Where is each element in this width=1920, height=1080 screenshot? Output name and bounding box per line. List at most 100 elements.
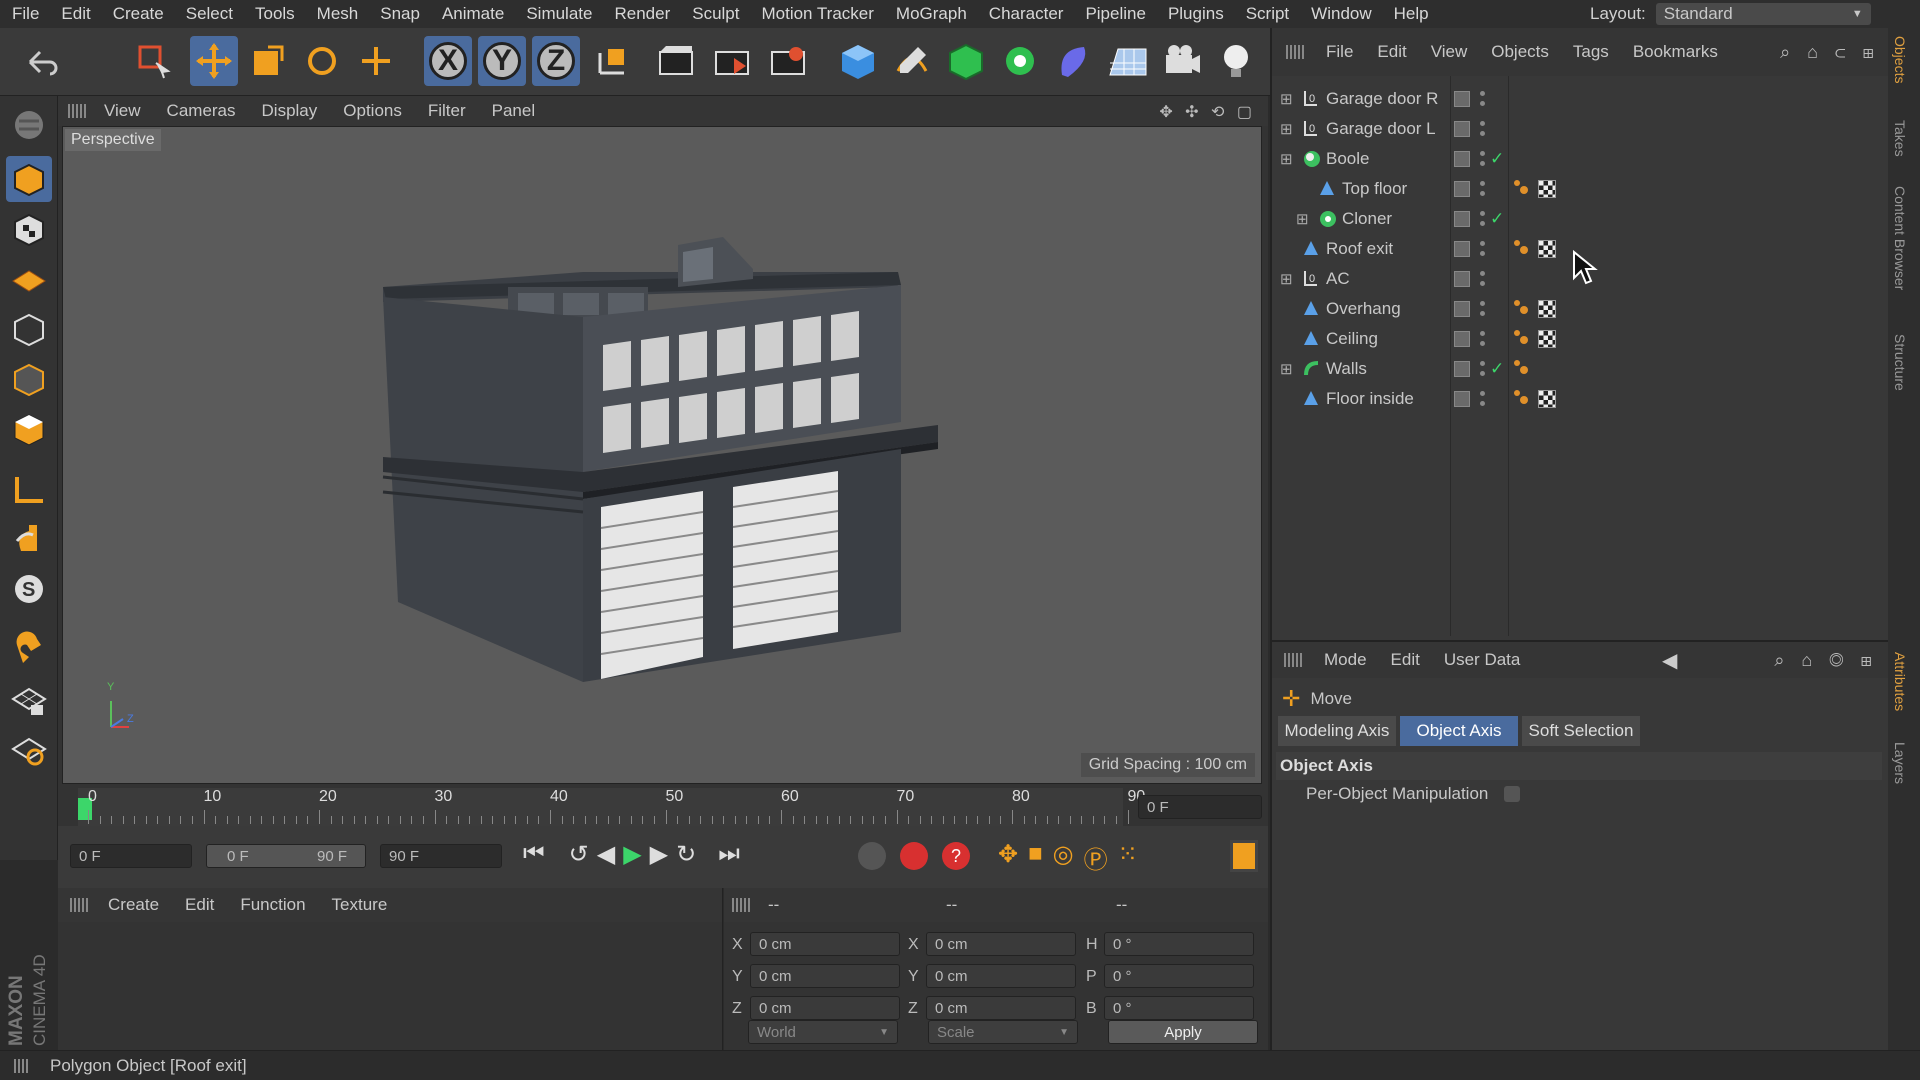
render-visibility-dot[interactable] (1480, 221, 1485, 226)
editor-visibility-dot[interactable] (1480, 211, 1485, 216)
per-object-manipulation-checkbox[interactable] (1504, 786, 1521, 802)
render-visibility-dot[interactable] (1480, 281, 1485, 286)
render-visibility-dot[interactable] (1480, 251, 1485, 256)
subdivision-surface-icon[interactable] (942, 36, 990, 86)
menu-item-window[interactable]: Window (1311, 4, 1371, 24)
attribute-tools-icons[interactable]: ⌕ ⌂ ◎ ⊞ (1774, 650, 1878, 671)
expand-icon[interactable]: ⊞ (1280, 120, 1293, 138)
sidebar-tab-objects[interactable]: Objects (1892, 36, 1908, 83)
render-visibility-dot[interactable] (1480, 401, 1485, 406)
menu-item-select[interactable]: Select (186, 4, 233, 24)
menu-item-mesh[interactable]: Mesh (317, 4, 359, 24)
camera-icon[interactable] (1158, 36, 1206, 86)
coord-value-field[interactable]: 0 cm (926, 964, 1076, 988)
next-frame-icon[interactable]: ▶ (650, 840, 668, 869)
attributes-menu-user-data[interactable]: User Data (1444, 650, 1521, 670)
material-tag-icon[interactable] (1538, 300, 1556, 318)
attributes-menu-edit[interactable]: Edit (1391, 650, 1420, 670)
object-manager-tools-icons[interactable]: ⌕ ⌂ ⊂ ⊞ (1780, 42, 1880, 63)
objects-menu-edit[interactable]: Edit (1377, 42, 1406, 62)
expand-icon[interactable]: ⊞ (1280, 270, 1293, 288)
current-frame-field[interactable]: 0 F (1138, 795, 1262, 819)
snap-magnet-icon[interactable] (6, 626, 52, 672)
material-tag-icon[interactable] (1538, 240, 1556, 258)
workplane-icon[interactable] (6, 256, 52, 302)
object-row-garage-door-r[interactable]: ⊞ 0 Garage door R (1272, 84, 1890, 114)
material-tag-icon[interactable] (1538, 330, 1556, 348)
layer-icon[interactable] (1454, 361, 1470, 377)
objects-menu-tags[interactable]: Tags (1573, 42, 1609, 62)
viewport-canvas[interactable]: Perspective Y Z Grid Spacing: 100 cm (62, 126, 1262, 784)
coord-value-field[interactable]: 0 cm (750, 964, 900, 988)
tab-soft-selection[interactable]: Soft Selection (1522, 716, 1640, 746)
move-tool-icon[interactable] (190, 36, 238, 86)
menu-item-tools[interactable]: Tools (255, 4, 295, 24)
timeline-window-icon[interactable] (1230, 840, 1258, 872)
editor-visibility-dot[interactable] (1480, 361, 1485, 366)
object-row-ceiling[interactable]: Ceiling (1272, 324, 1890, 354)
key-position-icon[interactable]: ✥ (998, 840, 1018, 875)
layer-icon[interactable] (1454, 391, 1470, 407)
editor-visibility-dot[interactable] (1480, 121, 1485, 126)
coord-value-field[interactable]: 0 cm (926, 932, 1076, 956)
object-row-top-floor[interactable]: Top floor (1272, 174, 1890, 204)
editor-visibility-dot[interactable] (1480, 301, 1485, 306)
layer-icon[interactable] (1454, 181, 1470, 197)
menu-item-pipeline[interactable]: Pipeline (1085, 4, 1146, 24)
key-pla-icon[interactable]: ⁙ (1118, 840, 1138, 875)
sidebar-tab-structure[interactable]: Structure (1892, 334, 1908, 391)
menu-item-snap[interactable]: Snap (380, 4, 420, 24)
timeline-ruler[interactable]: 0 10 20 30 40 50 60 70 80 90 0 F (58, 788, 1268, 826)
menu-item-character[interactable]: Character (989, 4, 1064, 24)
points-mode-icon[interactable] (6, 306, 52, 352)
model-mode-icon[interactable] (6, 156, 52, 202)
objects-menu-file[interactable]: File (1326, 42, 1353, 62)
live-selection-icon[interactable] (130, 36, 178, 86)
lock-workplane-icon[interactable] (6, 676, 52, 722)
menu-item-animate[interactable]: Animate (442, 4, 504, 24)
sidebar-tab-takes[interactable]: Takes (1892, 120, 1908, 157)
go-to-end-icon[interactable]: ⏭ (718, 840, 740, 869)
render-visibility-dot[interactable] (1480, 101, 1485, 106)
enabled-check-icon[interactable]: ✓ (1490, 359, 1504, 379)
transform-tool-icon[interactable] (352, 36, 400, 86)
y-axis-lock-button[interactable]: Y (478, 36, 526, 86)
menu-item-simulate[interactable]: Simulate (526, 4, 592, 24)
x-axis-lock-button[interactable]: X (424, 36, 472, 86)
end-frame-field[interactable]: 90 F (380, 844, 502, 868)
object-row-walls[interactable]: ⊞ Walls ✓ (1272, 354, 1890, 384)
menu-item-render[interactable]: Render (614, 4, 670, 24)
coord-value-field[interactable]: 0 cm (750, 932, 900, 956)
editor-visibility-dot[interactable] (1480, 181, 1485, 186)
play-icon[interactable]: ▶ (623, 840, 641, 869)
sidebar-tab-attributes[interactable]: Attributes (1892, 652, 1908, 711)
deformer-icon[interactable] (1050, 36, 1098, 86)
render-picture-viewer-icon[interactable] (708, 36, 756, 86)
render-view-icon[interactable] (652, 36, 700, 86)
undo-icon[interactable] (16, 36, 64, 86)
layer-icon[interactable] (1454, 151, 1470, 167)
menu-item-mograph[interactable]: MoGraph (896, 4, 967, 24)
coord-value-field[interactable]: 0 ° (1104, 932, 1254, 956)
world-dropdown[interactable]: World ▼ (748, 1020, 898, 1044)
expand-icon[interactable]: ⊞ (1280, 150, 1293, 168)
menu-item-sculpt[interactable]: Sculpt (692, 4, 739, 24)
layer-icon[interactable] (1454, 121, 1470, 137)
objects-menu-objects[interactable]: Objects (1491, 42, 1549, 62)
render-visibility-dot[interactable] (1480, 131, 1485, 136)
tab-object-axis[interactable]: Object Axis (1400, 716, 1518, 746)
solo-mode-icon[interactable]: S (6, 566, 52, 612)
object-row-cloner[interactable]: ⊞ Cloner ✓ (1272, 204, 1890, 234)
record-active-icon[interactable] (858, 842, 886, 870)
attributes-menu-mode[interactable]: Mode (1324, 650, 1367, 670)
edges-mode-icon[interactable] (6, 356, 52, 402)
editor-visibility-dot[interactable] (1480, 391, 1485, 396)
menu-item-file[interactable]: File (12, 4, 39, 24)
texture-mode-icon[interactable] (6, 206, 52, 252)
polygons-mode-icon[interactable] (6, 406, 52, 452)
editor-visibility-dot[interactable] (1480, 331, 1485, 336)
cube-primitive-icon[interactable] (834, 36, 882, 86)
coord-value-field[interactable]: 0 cm (750, 996, 900, 1020)
material-menu-texture[interactable]: Texture (332, 895, 388, 915)
key-parameter-icon[interactable]: Ⓟ (1084, 840, 1108, 875)
